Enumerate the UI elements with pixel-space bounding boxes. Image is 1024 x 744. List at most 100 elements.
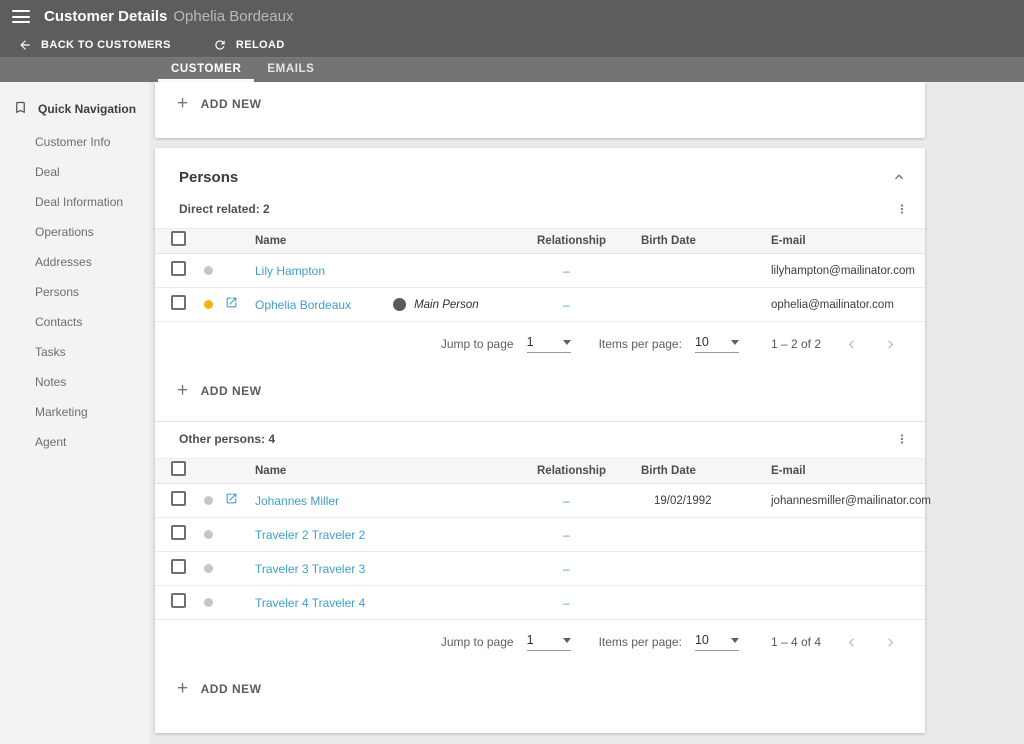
previous-section-card: + ADD NEW: [155, 82, 925, 138]
add-new-button[interactable]: + ADD NEW: [177, 94, 262, 113]
back-to-customers-button[interactable]: BACK TO CUSTOMERS: [4, 33, 185, 57]
sidebar-item-addresses[interactable]: Addresses: [0, 247, 150, 277]
items-per-page-select[interactable]: 10: [694, 335, 739, 353]
add-new-label: ADD NEW: [200, 97, 262, 111]
quick-navigation-label: Quick Navigation: [38, 102, 137, 116]
sidebar-item-marketing[interactable]: Marketing: [0, 397, 150, 427]
tab-emails[interactable]: EMAILS: [254, 58, 327, 82]
sidebar-item-deal[interactable]: Deal: [0, 157, 150, 187]
sidebar-item-customer-info[interactable]: Customer Info: [0, 127, 150, 157]
dropdown-caret-icon: [562, 339, 571, 345]
back-to-customers-label: BACK TO CUSTOMERS: [41, 39, 171, 51]
status-dot-icon: [204, 265, 213, 275]
column-header-name: Name: [255, 465, 287, 477]
plus-icon: +: [177, 678, 189, 699]
row-checkbox[interactable]: [171, 592, 186, 608]
birth-date-value: 19/02/1992: [654, 494, 712, 507]
reload-button[interactable]: RELOAD: [199, 33, 299, 57]
person-name-link[interactable]: Traveler 3 Traveler 3: [255, 562, 365, 576]
next-page-button[interactable]: [882, 336, 899, 353]
sidebar-item-operations[interactable]: Operations: [0, 217, 150, 247]
person-name-link[interactable]: Traveler 2 Traveler 2: [255, 528, 365, 542]
open-person-button[interactable]: [225, 492, 238, 505]
kebab-menu-icon: [895, 434, 909, 449]
table-header-row: Name Relationship Birth Date E-mail: [155, 458, 925, 484]
status-dot-icon: [204, 299, 213, 309]
tab-customer[interactable]: CUSTOMER: [158, 58, 255, 82]
row-checkbox[interactable]: [171, 260, 186, 276]
items-per-page-select[interactable]: 10: [694, 633, 739, 651]
page-subtitle: Ophelia Bordeaux: [173, 8, 294, 25]
items-per-page-label: Items per page:: [598, 337, 682, 351]
column-header-name: Name: [255, 235, 287, 247]
reload-label: RELOAD: [235, 39, 285, 51]
tab-customer-label: CUSTOMER: [171, 62, 242, 75]
row-checkbox[interactable]: [171, 558, 186, 574]
direct-related-menu-button[interactable]: [895, 202, 909, 216]
persons-card-title: Persons: [179, 169, 239, 186]
other-persons-menu-button[interactable]: [895, 432, 909, 446]
previous-page-button[interactable]: [843, 634, 860, 651]
column-header-birth-date: Birth Date: [641, 235, 696, 247]
person-name-link[interactable]: Lily Hampton: [255, 264, 325, 278]
page-select[interactable]: 1: [526, 633, 571, 651]
row-checkbox[interactable]: [171, 524, 186, 540]
column-header-relationship: Relationship: [537, 235, 607, 247]
relationship-value: –: [563, 527, 570, 542]
hamburger-menu-icon[interactable]: [12, 10, 30, 23]
sidebar-item-persons[interactable]: Persons: [0, 277, 150, 307]
main-person-dot-icon: [393, 298, 407, 311]
page-select[interactable]: 1: [526, 335, 571, 353]
person-name-link[interactable]: Ophelia Bordeaux: [255, 298, 351, 312]
plus-icon: +: [177, 380, 189, 401]
add-new-label: ADD NEW: [200, 682, 262, 696]
sidebar-item-tasks[interactable]: Tasks: [0, 337, 150, 367]
jump-to-page-label: Jump to page: [440, 337, 514, 351]
page-select-value: 1: [526, 335, 534, 349]
select-all-checkbox[interactable]: [171, 461, 186, 476]
main-content: + ADD NEW Persons Direct related: 2 Name…: [150, 82, 1024, 744]
add-new-button[interactable]: + ADD NEW: [177, 678, 262, 699]
pagination: Jump to page 1 Items per page: 10 1 – 2 …: [155, 322, 925, 366]
main-person-label: Main Person: [414, 298, 479, 311]
main-person-badge: Main Person: [393, 298, 479, 311]
select-all-checkbox[interactable]: [171, 231, 186, 246]
chevron-left-icon: [843, 637, 860, 654]
page-title: Customer Details: [44, 8, 168, 25]
add-new-button[interactable]: + ADD NEW: [177, 380, 261, 401]
status-dot-icon: [204, 597, 213, 607]
row-checkbox[interactable]: [171, 490, 186, 506]
sidebar-item-notes[interactable]: Notes: [0, 367, 150, 397]
collapse-card-button[interactable]: [891, 169, 907, 185]
previous-page-button[interactable]: [843, 336, 860, 353]
person-name-link[interactable]: Traveler 4 Traveler 4: [255, 596, 365, 610]
direct-related-heading: Direct related: 2: [179, 202, 270, 216]
open-in-new-icon: [225, 296, 238, 309]
sidebar-item-deal-information[interactable]: Deal Information: [0, 187, 150, 217]
status-dot-icon: [204, 495, 213, 505]
chevron-right-icon: [882, 339, 899, 356]
next-page-button[interactable]: [882, 634, 899, 651]
direct-related-section: Direct related: 2 Name Relationship Birt…: [155, 192, 925, 421]
relationship-value: –: [563, 297, 570, 312]
tab-bar: CUSTOMER EMAILS: [0, 58, 1024, 82]
table-row: Johannes Miller – 19/02/1992 johannesmil…: [155, 484, 931, 518]
open-person-button[interactable]: [225, 296, 238, 309]
dropdown-caret-icon: [730, 637, 739, 643]
person-name-link[interactable]: Johannes Miller: [255, 494, 339, 508]
column-header-birth-date: Birth Date: [641, 465, 696, 477]
page-range-label: 1 – 4 of 4: [770, 635, 821, 649]
sidebar-item-agent[interactable]: Agent: [0, 427, 150, 457]
items-per-page-label: Items per page:: [598, 635, 682, 649]
dropdown-caret-icon: [730, 339, 739, 345]
email-value: lilyhampton@mailinator.com: [771, 264, 915, 277]
kebab-menu-icon: [895, 204, 909, 219]
column-header-relationship: Relationship: [537, 465, 607, 477]
table-row: Lily Hampton – lilyhampton@mailinator.co…: [155, 254, 925, 288]
open-in-new-icon: [225, 492, 238, 505]
row-checkbox[interactable]: [171, 294, 186, 310]
other-persons-section: Other persons: 4 Name Relationship Birth…: [155, 422, 931, 733]
column-header-email: E-mail: [771, 465, 806, 477]
page-range-label: 1 – 2 of 2: [770, 337, 821, 351]
sidebar-item-contacts[interactable]: Contacts: [0, 307, 150, 337]
